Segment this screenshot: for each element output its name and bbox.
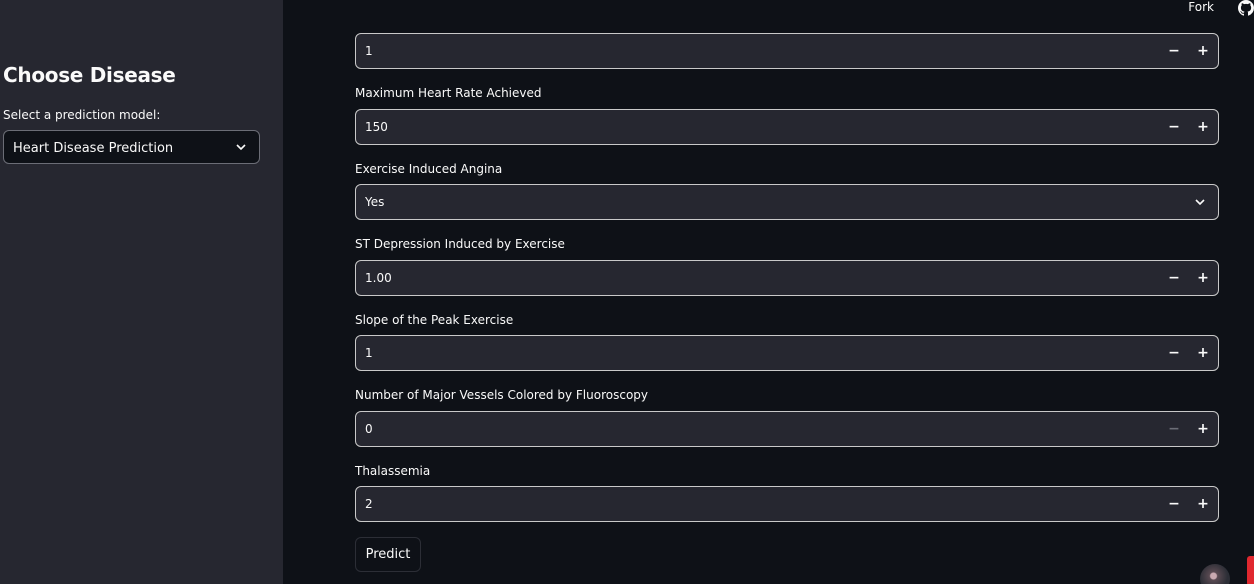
exercise-angina-value: Yes <box>365 195 385 209</box>
decrement-button[interactable]: − <box>1160 487 1188 521</box>
model-select-label: Select a prediction model: <box>3 108 161 122</box>
thalassemia-input[interactable]: 2 − + <box>355 486 1219 522</box>
top-number-value: 1 <box>365 44 373 58</box>
slope-label: Slope of the Peak Exercise <box>355 313 514 327</box>
st-depression-input[interactable]: 1.00 − + <box>355 260 1219 296</box>
sidebar-title: Choose Disease <box>3 63 176 87</box>
increment-button[interactable]: + <box>1189 336 1217 370</box>
exercise-angina-label: Exercise Induced Angina <box>355 162 503 176</box>
increment-button[interactable]: + <box>1189 34 1217 68</box>
github-icon[interactable] <box>1238 0 1254 16</box>
decrement-button[interactable]: − <box>1160 34 1188 68</box>
major-vessels-value: 0 <box>365 422 373 436</box>
increment-button[interactable]: + <box>1189 110 1217 144</box>
decrement-button[interactable]: − <box>1160 336 1188 370</box>
chevron-down-icon <box>1195 199 1205 206</box>
status-indicator <box>1247 556 1254 584</box>
running-status-icon <box>1200 564 1230 584</box>
app-root: Choose Disease Select a prediction model… <box>0 0 1254 584</box>
decrement-button[interactable]: − <box>1160 110 1188 144</box>
increment-button[interactable]: + <box>1189 261 1217 295</box>
slope-input[interactable]: 1 − + <box>355 335 1219 371</box>
max-heart-rate-value: 150 <box>365 120 388 134</box>
major-vessels-label: Number of Major Vessels Colored by Fluor… <box>355 388 648 402</box>
exercise-angina-select[interactable]: Yes <box>355 184 1219 220</box>
model-select-value: Heart Disease Prediction <box>13 141 174 156</box>
chevron-down-icon <box>236 144 246 151</box>
st-depression-value: 1.00 <box>365 271 392 285</box>
decrement-button[interactable]: − <box>1160 412 1188 446</box>
increment-button[interactable]: + <box>1189 487 1217 521</box>
max-heart-rate-input[interactable]: 150 − + <box>355 109 1219 145</box>
sidebar: Choose Disease Select a prediction model… <box>0 0 283 584</box>
thalassemia-label: Thalassemia <box>355 464 431 478</box>
top-number-input[interactable]: 1 − + <box>355 33 1219 69</box>
slope-value: 1 <box>365 346 373 360</box>
predict-button[interactable]: Predict <box>355 537 421 572</box>
major-vessels-input[interactable]: 0 − + <box>355 411 1219 447</box>
fork-link[interactable]: Fork <box>1188 0 1214 14</box>
increment-button[interactable]: + <box>1189 412 1217 446</box>
thalassemia-value: 2 <box>365 497 373 511</box>
max-heart-rate-label: Maximum Heart Rate Achieved <box>355 86 542 100</box>
decrement-button[interactable]: − <box>1160 261 1188 295</box>
st-depression-label: ST Depression Induced by Exercise <box>355 237 565 251</box>
model-select[interactable]: Heart Disease Prediction <box>3 130 260 164</box>
